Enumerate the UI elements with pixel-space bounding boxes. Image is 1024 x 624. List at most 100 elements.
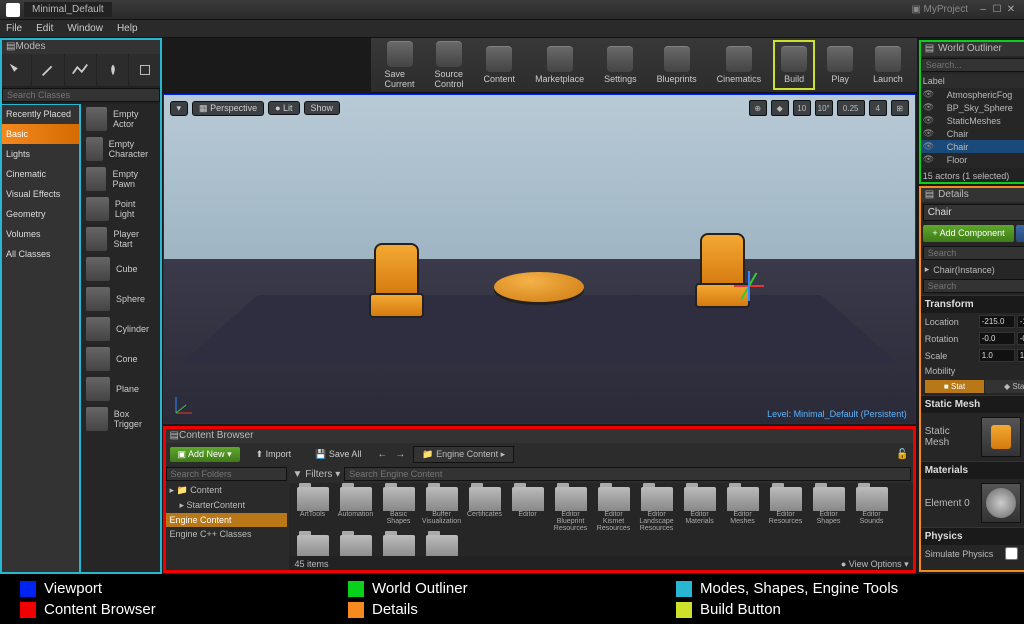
save-button[interactable]: Save Current xyxy=(381,39,419,91)
paint-mode-icon[interactable] xyxy=(32,54,64,86)
geometry-mode-icon[interactable] xyxy=(129,54,161,86)
add-component-button[interactable]: + Add Component xyxy=(923,225,1015,242)
placeable-item[interactable]: Cube xyxy=(80,254,162,284)
placeable-item[interactable]: Sphere xyxy=(80,284,162,314)
placeable-item[interactable]: Empty Pawn xyxy=(80,164,162,194)
instance-row[interactable]: ▸ Chair(Instance) xyxy=(919,262,1024,277)
bp-button[interactable]: Blueprints xyxy=(653,44,701,86)
cine-button[interactable]: Cinematics xyxy=(713,44,766,86)
details-search-input[interactable] xyxy=(923,279,1024,293)
view-options-button[interactable]: ● View Options ▾ xyxy=(841,559,909,570)
import-button[interactable]: ⬆ Import xyxy=(248,447,300,462)
settings-button[interactable]: Settings xyxy=(600,44,641,86)
folder-item[interactable]: Editor Landscape Resources xyxy=(637,487,677,532)
tree-node[interactable]: Engine C++ Classes xyxy=(166,527,287,541)
tree-node[interactable]: ▸ 📁 Content xyxy=(166,483,287,498)
level-tab[interactable]: Minimal_Default xyxy=(24,2,112,17)
category-item[interactable]: Cinematic xyxy=(0,164,80,184)
materials-header[interactable]: Materials xyxy=(919,461,1024,479)
outliner-tab[interactable]: ▤ World Outliner xyxy=(919,40,1024,56)
folder-item[interactable]: Editor Shaders xyxy=(336,535,376,556)
component-search-input[interactable] xyxy=(923,246,1024,260)
category-item[interactable]: All Classes xyxy=(0,244,80,264)
blueprint-add-button[interactable]: ⚙ Blueprint/Add Sc xyxy=(1016,225,1024,242)
mesh-thumbnail[interactable] xyxy=(981,417,1021,457)
physics-header[interactable]: Physics xyxy=(919,527,1024,545)
folder-item[interactable]: Editor Kismet Resources xyxy=(594,487,634,532)
perspective-dropdown[interactable]: ▦ Perspective xyxy=(192,101,264,116)
outliner-search-input[interactable] xyxy=(921,58,1024,72)
menu-window[interactable]: Window xyxy=(67,23,103,34)
snap-angle[interactable]: 10° xyxy=(815,100,833,116)
col-label[interactable]: Label xyxy=(923,76,1024,86)
outliner-row[interactable]: 👁StaticMeshesFolder xyxy=(919,114,1024,127)
menu-edit[interactable]: Edit xyxy=(36,23,53,34)
folder-item[interactable]: Editor xyxy=(508,487,548,532)
placeable-item[interactable]: Cone xyxy=(80,344,162,374)
show-dropdown[interactable]: Show xyxy=(304,101,341,115)
placeable-item[interactable]: Player Start xyxy=(80,224,162,254)
tree-node[interactable]: ▸ StarterContent xyxy=(166,498,287,513)
category-item[interactable]: Basic xyxy=(0,124,80,144)
loc-y[interactable] xyxy=(1017,315,1024,328)
folder-item[interactable]: Editor Meshes xyxy=(723,487,763,532)
viewport-menu[interactable]: ▾ xyxy=(170,101,189,116)
placeable-item[interactable]: Empty Actor xyxy=(80,104,162,134)
details-tab[interactable]: ▤ Details xyxy=(919,186,1024,202)
folder-item[interactable]: Editor Materials xyxy=(680,487,720,532)
launch-button[interactable]: Launch xyxy=(869,44,907,86)
snap-grid[interactable]: 10 xyxy=(793,100,811,116)
category-item[interactable]: Visual Effects xyxy=(0,184,80,204)
transform-tool-icon[interactable]: ⊕ xyxy=(749,100,767,116)
folder-item[interactable]: Automation xyxy=(336,487,376,532)
category-item[interactable]: Geometry xyxy=(0,204,80,224)
lock-icon[interactable]: 🔓 xyxy=(896,449,908,460)
foliage-mode-icon[interactable] xyxy=(97,54,129,86)
placeable-item[interactable]: Plane xyxy=(80,374,162,404)
placeable-item[interactable]: Empty Character xyxy=(80,134,162,164)
folder-item[interactable]: Editor Resources xyxy=(766,487,806,532)
landscape-mode-icon[interactable] xyxy=(65,54,97,86)
folder-item[interactable]: Buffer Visualization xyxy=(422,487,462,532)
market-button[interactable]: Marketplace xyxy=(531,44,588,86)
coord-toggle-icon[interactable]: ◆ xyxy=(771,100,789,116)
place-mode-icon[interactable] xyxy=(0,54,32,86)
modes-tab[interactable]: ▤ Modes xyxy=(0,38,162,54)
outliner-row[interactable]: 👁BP_Sky_SphereEdit BP_Sky... xyxy=(919,101,1024,114)
filters-button[interactable]: ▼ Filters ▾ xyxy=(293,469,341,480)
folder-item[interactable]: ArtTools xyxy=(293,487,333,532)
simulate-physics-checkbox[interactable] xyxy=(1005,547,1018,560)
folder-item[interactable]: Editor Sounds xyxy=(852,487,892,532)
content-search-input[interactable] xyxy=(344,467,910,481)
scale-x[interactable] xyxy=(979,349,1015,362)
play-button[interactable]: Play xyxy=(823,44,857,86)
nav-fwd-icon[interactable]: → xyxy=(395,449,405,460)
category-item[interactable]: Volumes xyxy=(0,224,80,244)
placeable-item[interactable]: Box Trigger xyxy=(80,404,162,434)
window-controls[interactable]: –☐✕ xyxy=(976,4,1018,15)
lit-dropdown[interactable]: ● Lit xyxy=(268,101,299,115)
category-item[interactable]: Lights xyxy=(0,144,80,164)
nav-back-icon[interactable]: ← xyxy=(377,449,387,460)
material-thumbnail[interactable] xyxy=(981,483,1021,523)
static-mesh-header[interactable]: Static Mesh xyxy=(919,395,1024,413)
outliner-row[interactable]: 👁AtmosphericFogAtmosphericF xyxy=(919,88,1024,101)
folder-item[interactable]: Editor Blueprint Resources xyxy=(551,487,591,532)
placeable-item[interactable]: Point Light xyxy=(80,194,162,224)
tree-node[interactable]: Engine Content xyxy=(166,513,287,527)
transform-header[interactable]: Transform xyxy=(919,295,1024,313)
menu-help[interactable]: Help xyxy=(117,23,138,34)
folder-item[interactable]: EditorShell Resources xyxy=(293,535,333,556)
folder-item[interactable]: Basic Shapes xyxy=(379,487,419,532)
scale-y[interactable] xyxy=(1017,349,1024,362)
build-button[interactable]: Build xyxy=(777,44,811,86)
menu-file[interactable]: File xyxy=(6,23,22,34)
actor-name-input[interactable] xyxy=(923,204,1024,221)
content-browser-tab[interactable]: ▤ Content Browser xyxy=(164,427,915,443)
mobility-static[interactable]: ■ Stat xyxy=(925,380,985,393)
loc-x[interactable] xyxy=(979,315,1015,328)
scm-button[interactable]: Source Control xyxy=(431,39,468,91)
rot-y[interactable] xyxy=(1017,332,1024,345)
viewport[interactable]: ▾ ▦ Perspective ● Lit Show ⊕ ◆ 10 10° 0.… xyxy=(164,95,915,423)
category-item[interactable]: Recently Placed xyxy=(0,104,80,124)
